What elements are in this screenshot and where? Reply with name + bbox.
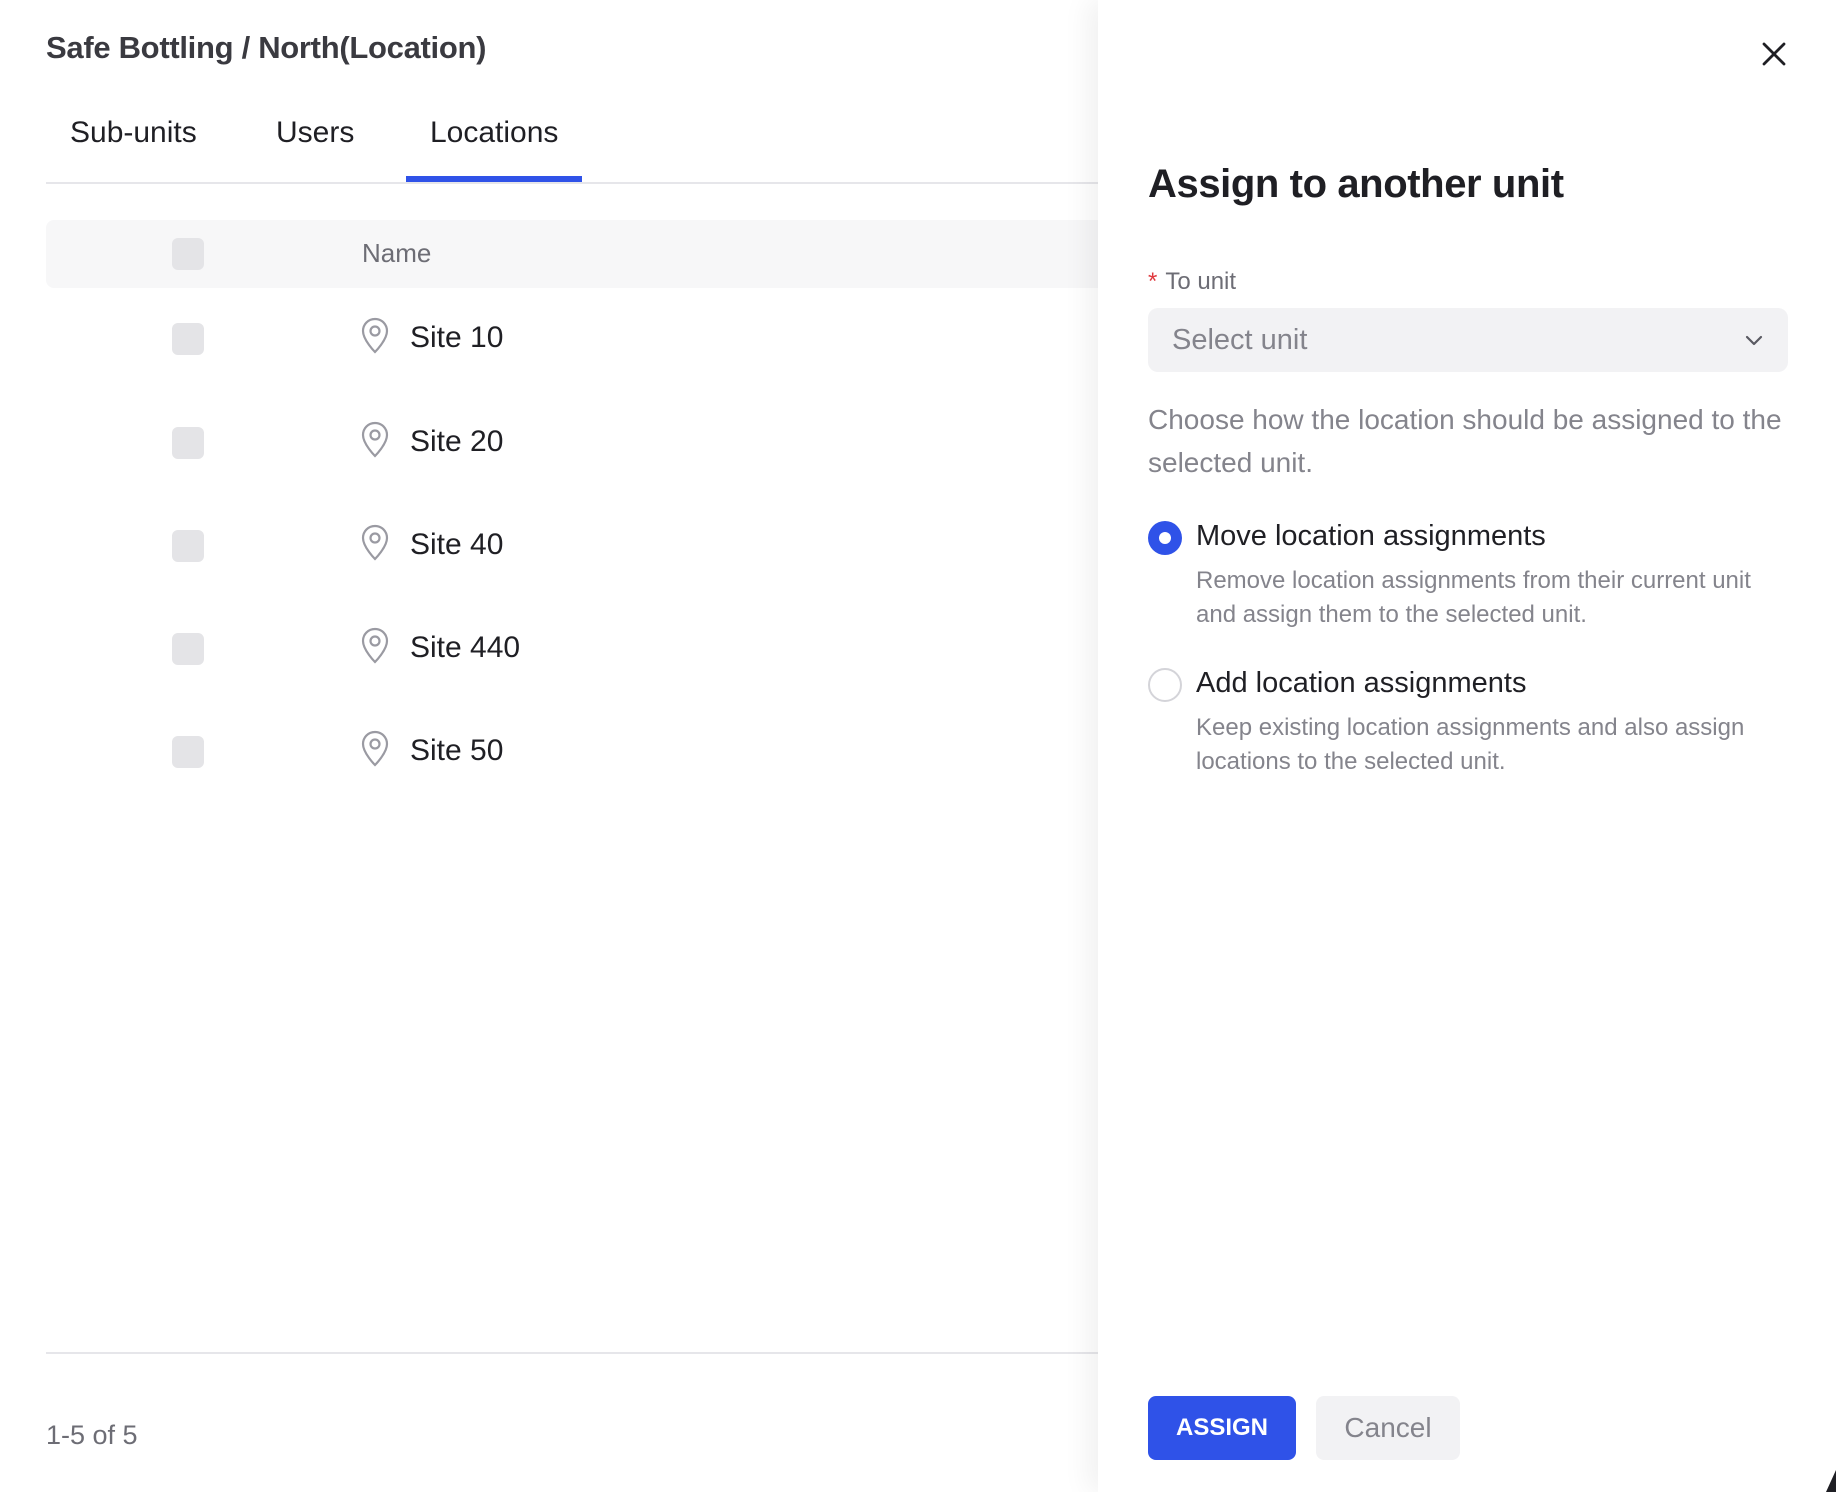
site-name: Site 50 — [410, 734, 504, 767]
row-checkbox[interactable] — [172, 323, 204, 355]
table-header: Name — [46, 220, 1098, 288]
to-unit-label: * To unit — [1148, 268, 1236, 296]
to-unit-label-text: To unit — [1165, 268, 1237, 295]
unit-select[interactable]: Select unit — [1148, 308, 1788, 372]
unit-select-placeholder: Select unit — [1172, 324, 1308, 356]
add-assignments-description: Keep existing location assignments and a… — [1196, 714, 1745, 775]
move-assignments-description: Remove location assignments from their c… — [1196, 567, 1751, 628]
column-header-name: Name — [362, 238, 432, 268]
site-name: Site 40 — [410, 528, 504, 561]
assign-button[interactable]: ASSIGN — [1148, 1396, 1296, 1460]
resize-corner — [1826, 1470, 1836, 1492]
move-assignments-title[interactable]: Move location assignments — [1196, 520, 1546, 553]
locations-page: Safe Bottling / North(Location) Sub-unit… — [0, 0, 1098, 1492]
table-row[interactable]: Site 40 — [46, 496, 1098, 599]
move-assignments-radio[interactable] — [1148, 521, 1182, 555]
tab-users[interactable]: Users — [276, 116, 354, 180]
add-assignments-radio[interactable] — [1148, 668, 1182, 702]
map-pin-icon — [361, 317, 389, 354]
site-name: Site 440 — [410, 631, 521, 664]
pagination-summary: 1-5 of 5 — [46, 1420, 138, 1450]
map-pin-icon — [361, 524, 389, 561]
tab-sub-units[interactable]: Sub-units — [70, 116, 197, 180]
assignment-helper-text: Choose how the location should be assign… — [1148, 404, 1782, 478]
select-all-checkbox[interactable] — [172, 238, 204, 270]
table-row[interactable]: Site 440 — [46, 599, 1098, 702]
map-pin-icon — [361, 627, 389, 664]
tab-bar: Sub-units Users Locations — [46, 100, 1098, 184]
site-name: Site 10 — [410, 321, 504, 354]
assign-unit-drawer: Assign to another unit * To unit Select u… — [1098, 0, 1836, 1492]
required-marker: * — [1148, 268, 1158, 295]
chevron-down-icon — [1745, 335, 1763, 346]
cancel-button[interactable]: Cancel — [1316, 1396, 1460, 1460]
table-footer-divider — [46, 1352, 1098, 1354]
map-pin-icon — [361, 421, 389, 458]
add-assignments-title[interactable]: Add location assignments — [1196, 667, 1526, 700]
close-icon[interactable] — [1754, 34, 1794, 74]
row-checkbox[interactable] — [172, 736, 204, 768]
row-checkbox[interactable] — [172, 427, 204, 459]
table-row[interactable]: Site 50 — [46, 702, 1098, 805]
row-checkbox[interactable] — [172, 633, 204, 665]
site-name: Site 20 — [410, 425, 504, 458]
table-row[interactable]: Site 10 — [46, 289, 1098, 392]
breadcrumb: Safe Bottling / North(Location) — [46, 30, 487, 65]
drawer-title: Assign to another unit — [1148, 162, 1564, 206]
row-checkbox[interactable] — [172, 530, 204, 562]
map-pin-icon — [361, 730, 389, 767]
tab-locations[interactable]: Locations — [405, 116, 583, 182]
table-row[interactable]: Site 20 — [46, 393, 1098, 496]
